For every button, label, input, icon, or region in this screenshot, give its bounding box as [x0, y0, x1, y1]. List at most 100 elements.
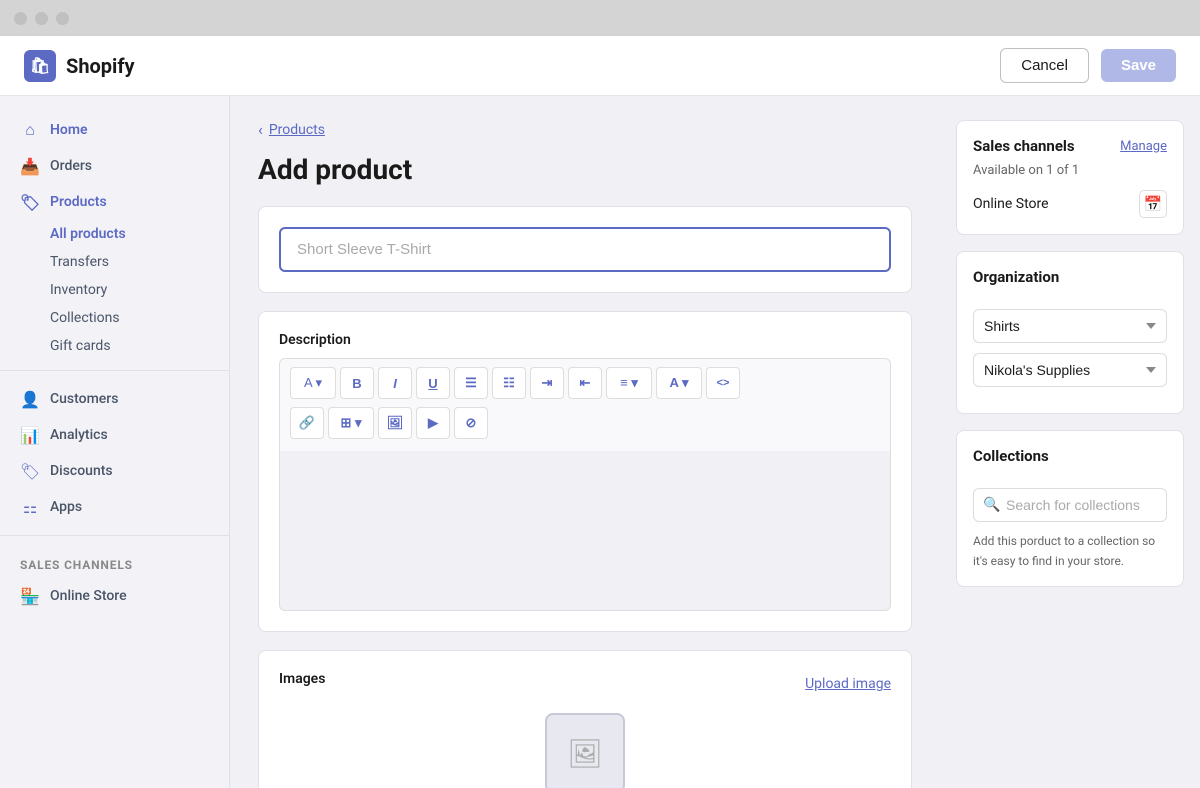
toolbar-align-button[interactable]: ≡ ▾: [606, 367, 652, 399]
toolbar-italic-button[interactable]: I: [378, 367, 412, 399]
sales-channels-availability: Available on 1 of 1: [973, 163, 1079, 178]
toolbar-code-button[interactable]: <>: [706, 367, 740, 399]
collections-panel-title: Collections: [973, 447, 1049, 465]
rte-toolbar: A ▾ B I U ☰ ☷ ⇥ ⇤ ≡ ▾ A ▾ <> 🔗 ⊞ ▾ 🖼: [279, 358, 891, 451]
breadcrumb-link[interactable]: Products: [269, 122, 325, 138]
sidebar-sub-all-products[interactable]: All products: [0, 220, 229, 248]
description-label: Description: [279, 332, 891, 348]
cancel-button[interactable]: Cancel: [1000, 48, 1089, 83]
sidebar-item-home-label: Home: [50, 122, 88, 138]
analytics-icon: 📊: [20, 425, 40, 445]
upload-image-link[interactable]: Upload image: [805, 676, 891, 692]
logo: 🛍 Shopify: [24, 50, 135, 82]
sidebar-divider: [0, 370, 229, 371]
toolbar-image-button[interactable]: 🖼: [378, 407, 412, 439]
sidebar-sub-gift-cards[interactable]: Gift cards: [0, 332, 229, 360]
breadcrumb: ‹ Products: [258, 120, 912, 139]
sidebar-item-orders[interactable]: 📥 Orders: [0, 148, 229, 184]
apps-icon: ⚏: [20, 497, 40, 517]
traffic-light-green[interactable]: [56, 12, 69, 25]
sidebar-item-home[interactable]: ⌂ Home: [0, 112, 229, 148]
toolbar-clear-button[interactable]: ⊘: [454, 407, 488, 439]
save-button[interactable]: Save: [1101, 49, 1176, 82]
toolbar-table-button[interactable]: ⊞ ▾: [328, 407, 374, 439]
calendar-icon[interactable]: 📅: [1139, 190, 1167, 218]
vendor-select[interactable]: Nikola's Supplies Other Vendor: [973, 353, 1167, 387]
orders-icon: 📥: [20, 156, 40, 176]
organization-card: Organization Shirts T-Shirts Tops Outerw…: [956, 251, 1184, 414]
title-bar: [0, 0, 1200, 36]
sidebar-item-discounts-label: Discounts: [50, 463, 113, 479]
online-store-channel-item: Online Store 📅: [973, 190, 1167, 218]
online-store-channel-label: Online Store: [973, 196, 1049, 212]
images-card: Images Upload image 🖼: [258, 650, 912, 788]
logo-text: Shopify: [66, 54, 135, 78]
right-panel: Sales channels Manage Available on 1 of …: [940, 96, 1200, 788]
sidebar-divider-2: [0, 535, 229, 536]
collections-search-wrap: 🔍: [973, 488, 1167, 522]
sidebar-item-apps[interactable]: ⚏ Apps: [0, 489, 229, 525]
manage-link[interactable]: Manage: [1120, 139, 1167, 154]
organization-title: Organization: [973, 268, 1059, 286]
sidebar-item-customers-label: Customers: [50, 391, 118, 407]
sidebar-sub-transfers[interactable]: Transfers: [0, 248, 229, 276]
sidebar-item-apps-label: Apps: [50, 499, 82, 515]
traffic-light-yellow[interactable]: [35, 12, 48, 25]
product-name-input[interactable]: [279, 227, 891, 272]
customers-icon: 👤: [20, 389, 40, 409]
sidebar-item-online-store[interactable]: 🏪 Online Store: [0, 578, 229, 614]
toolbar-ordered-list-button[interactable]: ☷: [492, 367, 526, 399]
description-card: Description A ▾ B I U ☰ ☷ ⇥ ⇤ ≡ ▾ A ▾ <>: [258, 311, 912, 632]
toolbar-link-button[interactable]: 🔗: [290, 407, 324, 439]
sidebar-sub-collections[interactable]: Collections: [0, 304, 229, 332]
sales-channels-title: Sales channels: [973, 137, 1075, 155]
collections-panel-header: Collections: [973, 447, 1167, 465]
toolbar-outdent-button[interactable]: ⇤: [568, 367, 602, 399]
images-header: Images Upload image: [279, 671, 891, 697]
breadcrumb-arrow-icon: ‹: [258, 120, 263, 139]
sidebar-item-products-label: Products: [50, 194, 107, 210]
sales-channels-header: Sales channels Manage: [973, 137, 1167, 155]
toolbar-indent-button[interactable]: ⇥: [530, 367, 564, 399]
sidebar-item-analytics[interactable]: 📊 Analytics: [0, 417, 229, 453]
sidebar-item-discounts[interactable]: 🏷 Discounts: [0, 453, 229, 489]
collections-card: Collections 🔍 Add this porduct to a coll…: [956, 430, 1184, 587]
products-icon: 🏷: [20, 192, 40, 212]
sales-channels-card: Sales channels Manage Available on 1 of …: [956, 120, 1184, 235]
main-content: ‹ Products Add product Description A ▾ B…: [230, 96, 940, 788]
product-type-select[interactable]: Shirts T-Shirts Tops Outerwear: [973, 309, 1167, 343]
sidebar-item-online-store-label: Online Store: [50, 588, 127, 604]
toolbar-row-1: A ▾ B I U ☰ ☷ ⇥ ⇤ ≡ ▾ A ▾ <>: [290, 367, 740, 399]
sidebar-sub-inventory[interactable]: Inventory: [0, 276, 229, 304]
toolbar-bullet-list-button[interactable]: ☰: [454, 367, 488, 399]
toolbar-font-button[interactable]: A ▾: [290, 367, 336, 399]
traffic-light-red[interactable]: [14, 12, 27, 25]
logo-icon: 🛍: [24, 50, 56, 82]
home-icon: ⌂: [20, 120, 40, 140]
sidebar-item-customers[interactable]: 👤 Customers: [0, 381, 229, 417]
image-placeholder-icon: 🖼: [567, 737, 603, 770]
collections-hint: Add this porduct to a collection so it's…: [973, 534, 1155, 568]
top-nav-actions: Cancel Save: [1000, 48, 1176, 83]
sidebar: ⌂ Home 📥 Orders 🏷 Products All products …: [0, 96, 230, 788]
online-store-icon: 🏪: [20, 586, 40, 606]
rte-body[interactable]: [279, 451, 891, 611]
top-nav: 🛍 Shopify Cancel Save: [0, 36, 1200, 96]
discounts-icon: 🏷: [20, 461, 40, 481]
image-placeholder: 🖼: [545, 713, 625, 788]
product-name-card: [258, 206, 912, 293]
collections-search-icon: 🔍: [983, 497, 1000, 513]
sidebar-item-products[interactable]: 🏷 Products: [0, 184, 229, 220]
toolbar-row-2: 🔗 ⊞ ▾ 🖼 ▶ ⊘: [290, 407, 488, 439]
organization-header: Organization: [973, 268, 1167, 286]
toolbar-bold-button[interactable]: B: [340, 367, 374, 399]
sidebar-item-analytics-label: Analytics: [50, 427, 108, 443]
collections-search-input[interactable]: [973, 488, 1167, 522]
toolbar-text-color-button[interactable]: A ▾: [656, 367, 702, 399]
sidebar-item-orders-label: Orders: [50, 158, 92, 174]
images-label: Images: [279, 671, 325, 687]
sales-channels-label: Sales Channels: [0, 546, 229, 578]
page-title: Add product: [258, 153, 912, 186]
toolbar-video-button[interactable]: ▶: [416, 407, 450, 439]
toolbar-underline-button[interactable]: U: [416, 367, 450, 399]
